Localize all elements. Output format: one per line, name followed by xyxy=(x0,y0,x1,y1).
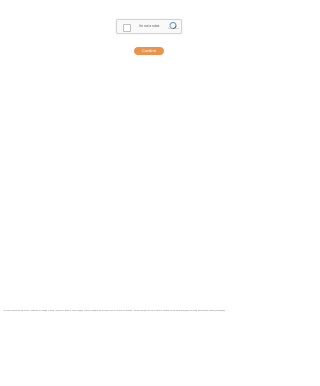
recaptcha-icon xyxy=(169,22,177,29)
recaptcha-widget: I'm not a robot Privacy - Terms xyxy=(116,19,182,34)
recaptcha-logo: Privacy - Terms xyxy=(168,22,179,33)
confirm-button[interactable]: Confirm xyxy=(134,47,164,55)
recaptcha-checkbox[interactable] xyxy=(123,24,131,32)
recaptcha-terms[interactable]: Privacy - Terms xyxy=(168,29,179,31)
recaptcha-label: I'm not a robot xyxy=(139,24,160,28)
footer-text: This site is protected by reCAPTCHA and … xyxy=(3,310,226,312)
